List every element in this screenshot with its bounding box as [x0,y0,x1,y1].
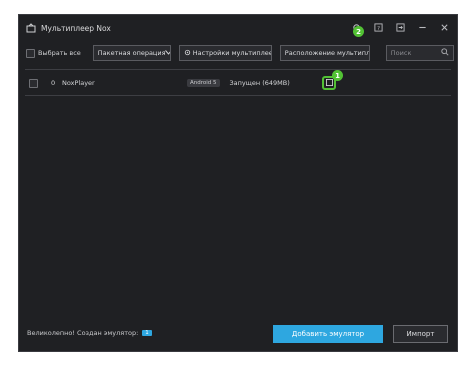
toolbar: Выбрать все Пакетная операция Настройки … [19,41,457,65]
batch-operation-dropdown[interactable]: Пакетная операция [92,45,171,61]
callout-2: 2 [353,26,364,37]
select-all-checkbox[interactable] [26,48,35,58]
multiplayer-settings-label: Настройки мультиплеер [192,49,272,57]
search-icon[interactable] [441,48,449,58]
instance-row[interactable]: 0 NoxPlayer Android 5 Запущен (649MB) 1 [25,70,451,93]
instance-action-button[interactable]: 1 [322,70,343,90]
settings-icon[interactable]: 2 [349,20,364,37]
import-button[interactable]: Импорт [393,325,448,343]
dropdown-icon [165,49,170,57]
add-emulator-button[interactable]: Добавить эмулятор [273,325,383,343]
instance-action-icon [325,78,333,88]
row-divider [25,95,451,96]
android-version-badge: Android 5 [187,79,220,87]
search-input[interactable]: Поиск [391,49,412,57]
title-bar: Мультиплеер Nox 2 ? [19,15,457,41]
minimize-icon[interactable] [415,20,429,34]
window-controls: 2 ? [349,20,451,37]
batch-operation-label: Пакетная операция [97,49,166,57]
help-icon[interactable]: ? [371,20,385,34]
instance-index: 0 [51,79,56,87]
footer-bar: Великолепно! Создан эмулятор: 1 Добавить… [19,315,457,351]
export-icon[interactable] [393,20,407,34]
svg-text:?: ? [377,25,380,31]
window-title: Мультиплеер Nox [41,23,111,33]
status-message: Великолепно! Создан эмулятор: 1 [27,329,152,337]
emulator-count-badge: 1 [142,330,152,336]
settings-gear-icon [184,49,191,58]
instance-name: NoxPlayer [62,79,95,87]
callout-1: 1 [332,70,343,81]
multiplayer-layout-button[interactable]: Расположение мультипле [279,45,370,61]
multiplayer-layout-label: Расположение мультипле [284,49,370,57]
select-all-label: Выбрать все [38,49,81,57]
multiplayer-window: Мультиплеер Nox 2 ? Выбрать все Пакетная… [18,14,458,352]
instance-checkbox[interactable] [29,78,38,88]
status-message-text: Великолепно! Создан эмулятор: [27,329,139,337]
search-box[interactable]: Поиск [385,45,454,61]
multiplayer-settings-button[interactable]: Настройки мультиплеер [178,45,272,61]
select-all[interactable]: Выбрать все [26,48,81,58]
close-icon[interactable] [437,20,451,34]
instance-status: Запущен (649MB) [229,79,290,87]
toolbar-divider [25,69,451,70]
app-icon [25,23,36,34]
